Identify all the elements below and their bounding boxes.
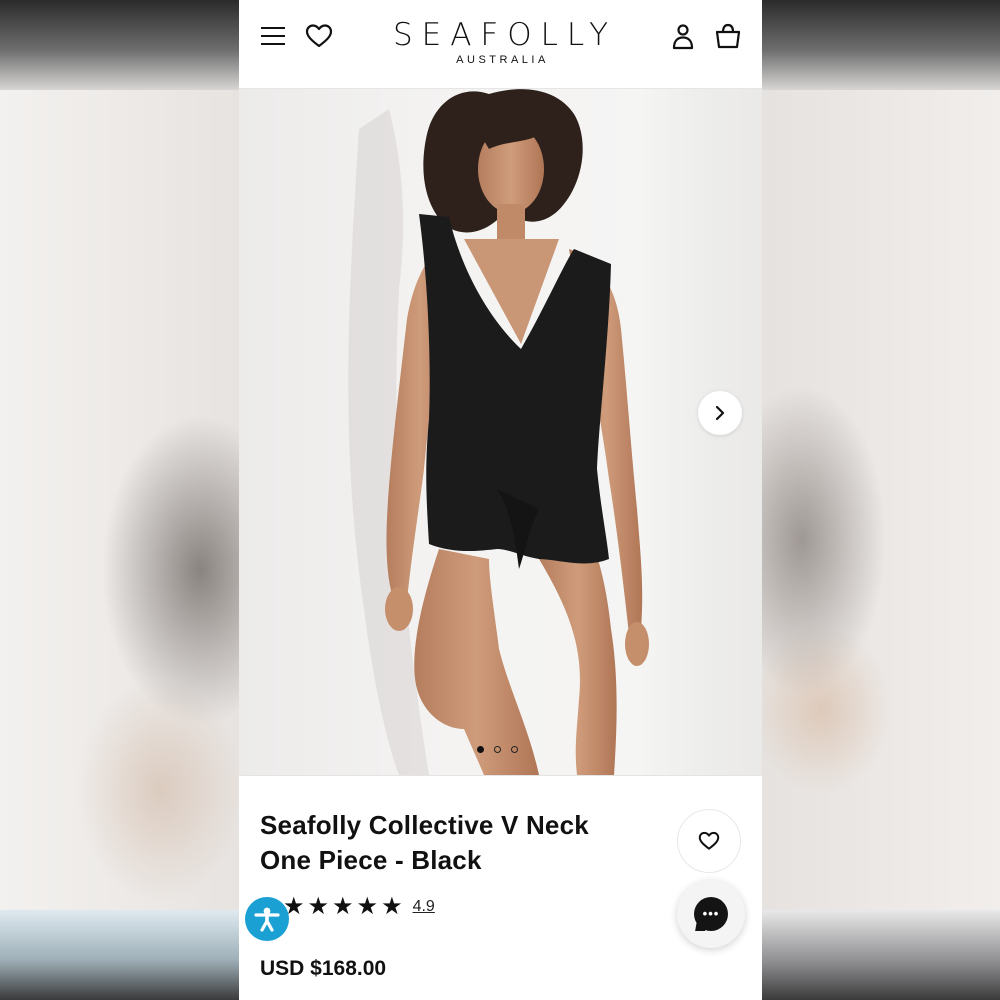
gallery-dot-3[interactable]	[511, 746, 518, 753]
star-icon: ★	[307, 893, 330, 920]
chevron-right-icon	[715, 405, 725, 421]
shopping-bag-icon	[715, 23, 741, 49]
chat-bubble-icon: •••	[694, 897, 728, 931]
product-price: USD $168.00	[260, 957, 387, 980]
star-icon: ★	[381, 893, 403, 920]
rating-value-link[interactable]: 4.9	[413, 898, 435, 916]
chat-button[interactable]: •••	[677, 880, 745, 948]
product-rating[interactable]: ★ ★ ★ ★ ★ 4.9	[283, 895, 435, 919]
accessibility-button[interactable]	[245, 897, 289, 941]
product-photo	[348, 89, 762, 775]
account-button[interactable]	[665, 18, 701, 54]
product-details: Seafolly Collective V Neck One Piece - B…	[239, 776, 762, 1000]
product-image-gallery[interactable]	[239, 89, 762, 776]
background-blur-left	[0, 0, 239, 1000]
gallery-next-button[interactable]	[698, 391, 742, 435]
gallery-dot-1[interactable]	[477, 746, 484, 753]
star-icon: ★	[332, 893, 354, 920]
heart-icon	[698, 831, 720, 850]
product-title: Seafolly Collective V Neck One Piece - B…	[260, 810, 589, 875]
gallery-dot-2[interactable]	[494, 746, 501, 753]
site-header: SEAFOLLY AUSTRALIA	[239, 0, 762, 89]
star-icon: ★	[356, 893, 379, 920]
accessibility-icon	[254, 907, 280, 932]
mobile-screen: SEAFOLLY AUSTRALIA Seafolly Collective V…	[239, 0, 762, 1000]
cart-button[interactable]	[710, 18, 746, 54]
user-icon	[672, 24, 694, 50]
brand-subtitle: AUSTRALIA	[456, 54, 549, 66]
gallery-pagination	[477, 746, 518, 753]
add-to-wishlist-button[interactable]	[677, 809, 741, 873]
background-blur-right	[762, 0, 1000, 1000]
